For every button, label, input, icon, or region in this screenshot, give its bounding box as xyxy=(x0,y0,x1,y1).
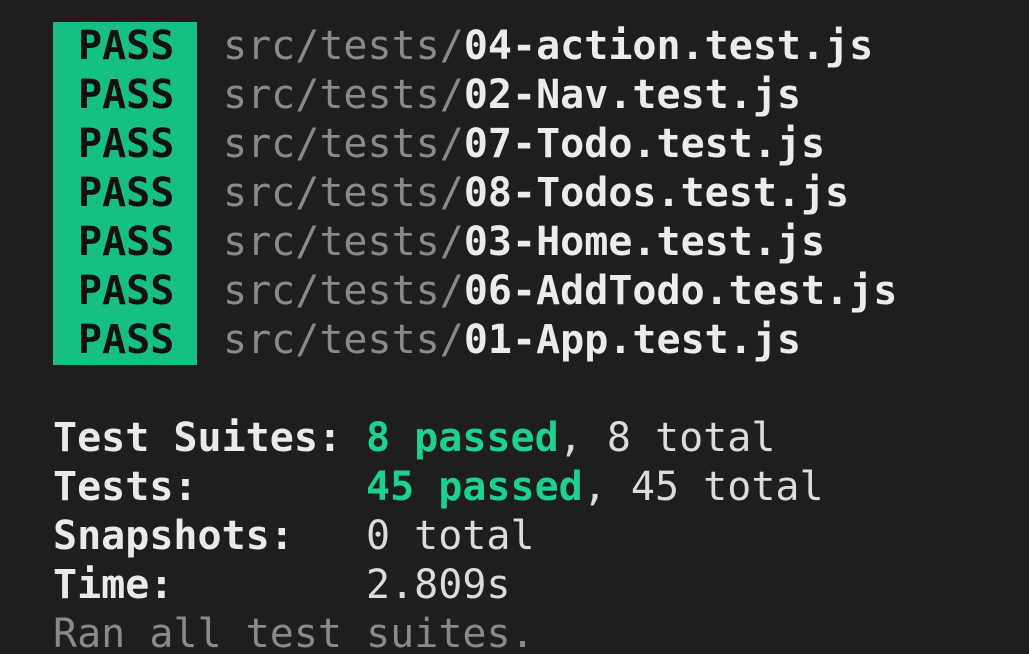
pass-badge: PASS xyxy=(78,317,175,363)
test-file-line: src/tests/08-Todos.test.js xyxy=(223,169,897,218)
pass-badge: PASS xyxy=(78,268,175,314)
summary-label: Tests: xyxy=(53,464,198,510)
test-dir: src/tests/ xyxy=(223,170,464,216)
test-file-line: src/tests/02-Nav.test.js xyxy=(223,71,897,120)
test-dir: src/tests/ xyxy=(223,317,464,363)
pass-badge: PASS xyxy=(78,170,175,216)
suites-passed-count: 8 passed xyxy=(366,415,559,461)
test-file-name: 07-Todo.test.js xyxy=(463,121,826,167)
summary-tests-row: Tests: 45 passed, 45 total xyxy=(53,463,1013,512)
test-dir: src/tests/ xyxy=(223,23,464,69)
test-file-name: 04-action.test.js xyxy=(463,23,874,69)
test-dir: src/tests/ xyxy=(223,219,464,265)
pass-badge: PASS xyxy=(78,121,175,167)
elapsed-time: 2.809s xyxy=(366,562,511,608)
test-dir: src/tests/ xyxy=(223,268,464,314)
test-file-name: 06-AddTodo.test.js xyxy=(463,268,898,314)
test-summary: Test Suites: 8 passed, 8 total Tests: 45 p… xyxy=(53,414,1013,654)
test-dir: src/tests/ xyxy=(223,121,464,167)
summary-label: Time: xyxy=(53,562,174,608)
test-file-name: 03-Home.test.js xyxy=(463,219,826,265)
terminal-output: PASS PASS PASS PASS PASS PASS PASS src/t… xyxy=(53,22,1013,654)
test-file-line: src/tests/06-AddTodo.test.js xyxy=(223,267,897,316)
summary-label: Test Suites: xyxy=(53,415,342,461)
pass-badge: PASS xyxy=(78,219,175,265)
tests-total: , 45 total xyxy=(582,464,824,510)
test-file-name: 01-App.test.js xyxy=(463,317,801,363)
test-file-line: src/tests/01-App.test.js xyxy=(223,316,897,365)
test-file-line: src/tests/04-action.test.js xyxy=(223,22,897,71)
summary-time-row: Time: 2.809s xyxy=(53,561,1013,610)
summary-suites-row: Test Suites: 8 passed, 8 total xyxy=(53,414,1013,463)
test-dir: src/tests/ xyxy=(223,72,464,118)
pass-badge: PASS xyxy=(78,23,175,69)
summary-label: Snapshots: xyxy=(53,513,294,559)
test-file-name: 02-Nav.test.js xyxy=(463,72,801,118)
test-file-line: src/tests/03-Home.test.js xyxy=(223,218,897,267)
test-file-paths: src/tests/04-action.test.js src/tests/02… xyxy=(197,22,897,365)
pass-badge-column: PASS PASS PASS PASS PASS PASS PASS xyxy=(53,22,197,365)
tests-passed-count: 45 passed xyxy=(366,464,583,510)
snapshots-total: 0 total xyxy=(366,513,535,559)
test-file-name: 08-Todos.test.js xyxy=(463,170,850,216)
pass-badge: PASS xyxy=(78,72,175,118)
suites-total: , 8 total xyxy=(558,415,776,461)
test-file-line: src/tests/07-Todo.test.js xyxy=(223,120,897,169)
test-results-block: PASS PASS PASS PASS PASS PASS PASS src/t… xyxy=(53,22,1013,365)
summary-footer: Ran all test suites. xyxy=(53,611,535,654)
summary-snapshots-row: Snapshots: 0 total xyxy=(53,512,1013,561)
